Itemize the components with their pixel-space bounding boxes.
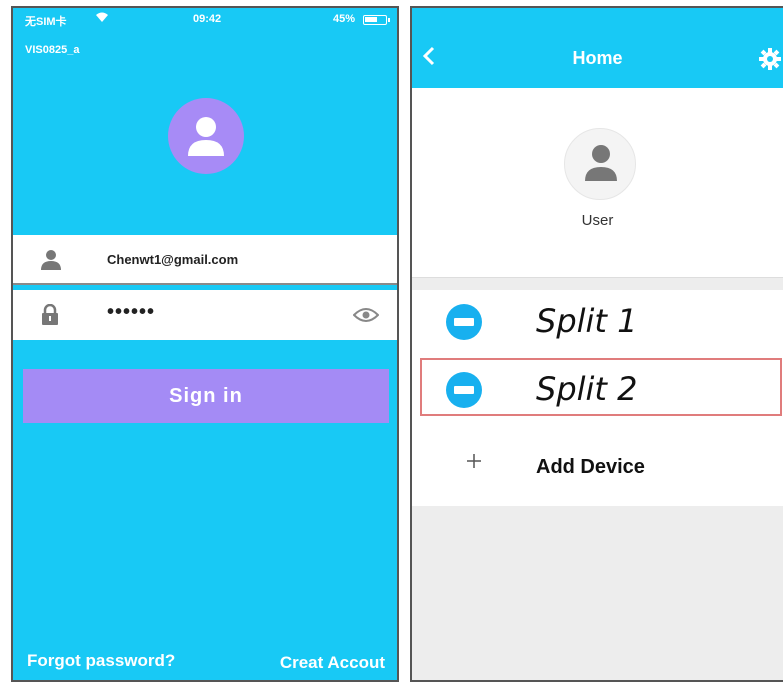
carrier-label: 无SIM卡 — [25, 16, 67, 28]
sign-in-button[interactable]: Sign in — [23, 369, 389, 423]
plus-icon — [466, 453, 482, 474]
gear-icon[interactable] — [759, 48, 781, 75]
avatar — [168, 98, 244, 174]
wifi-ssid-label: VIS0825_a — [25, 44, 80, 56]
add-device-button[interactable]: Add Device — [412, 436, 783, 494]
selection-highlight — [420, 358, 782, 416]
header-bar: Home — [412, 8, 783, 88]
battery-percent: 45% — [333, 13, 356, 25]
forgot-password-link[interactable]: Forgot password? — [27, 651, 175, 671]
user-icon — [41, 249, 61, 276]
avatar[interactable] — [564, 128, 636, 200]
home-screen: Home User Split 1 Split 2 Add Device — [410, 6, 783, 682]
user-icon — [585, 145, 617, 181]
device-name: Split 1 — [536, 302, 638, 340]
add-device-label: Add Device — [536, 456, 645, 478]
lock-icon — [41, 303, 59, 331]
user-panel: User — [412, 88, 783, 278]
email-field[interactable]: Chenwt1@gmail.com — [13, 235, 397, 285]
create-account-link[interactable]: Creat Accout — [280, 653, 385, 673]
air-conditioner-icon — [446, 304, 482, 340]
status-bar: 无SIM卡 09:42 45% — [13, 8, 397, 30]
login-screen: 无SIM卡 09:42 45% VIS0825_a Chenwt1@gmail.… — [11, 6, 399, 682]
wifi-icon — [95, 11, 109, 26]
email-value: Chenwt1@gmail.com — [107, 252, 239, 267]
status-time: 09:42 — [193, 13, 222, 25]
user-label: User — [581, 212, 614, 229]
page-title: Home — [572, 48, 623, 68]
battery-icon — [363, 15, 390, 25]
user-icon — [188, 117, 224, 156]
password-value: •••••• — [107, 301, 156, 323]
list-item[interactable]: Split 1 — [412, 294, 783, 352]
eye-icon[interactable] — [352, 307, 380, 328]
device-list: Split 1 Split 2 Add Device — [412, 290, 783, 506]
password-field[interactable]: •••••• — [13, 290, 397, 340]
